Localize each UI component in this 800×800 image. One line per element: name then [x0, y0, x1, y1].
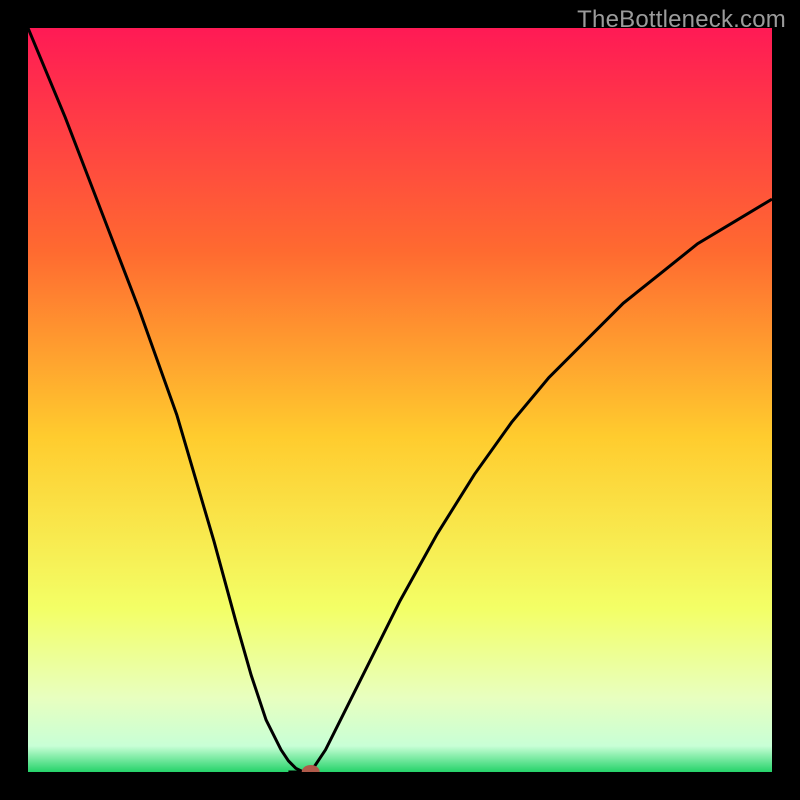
- gradient-background: [28, 28, 772, 772]
- plot-svg: [28, 28, 772, 772]
- chart-frame: TheBottleneck.com: [0, 0, 800, 800]
- plot-area: [28, 28, 772, 772]
